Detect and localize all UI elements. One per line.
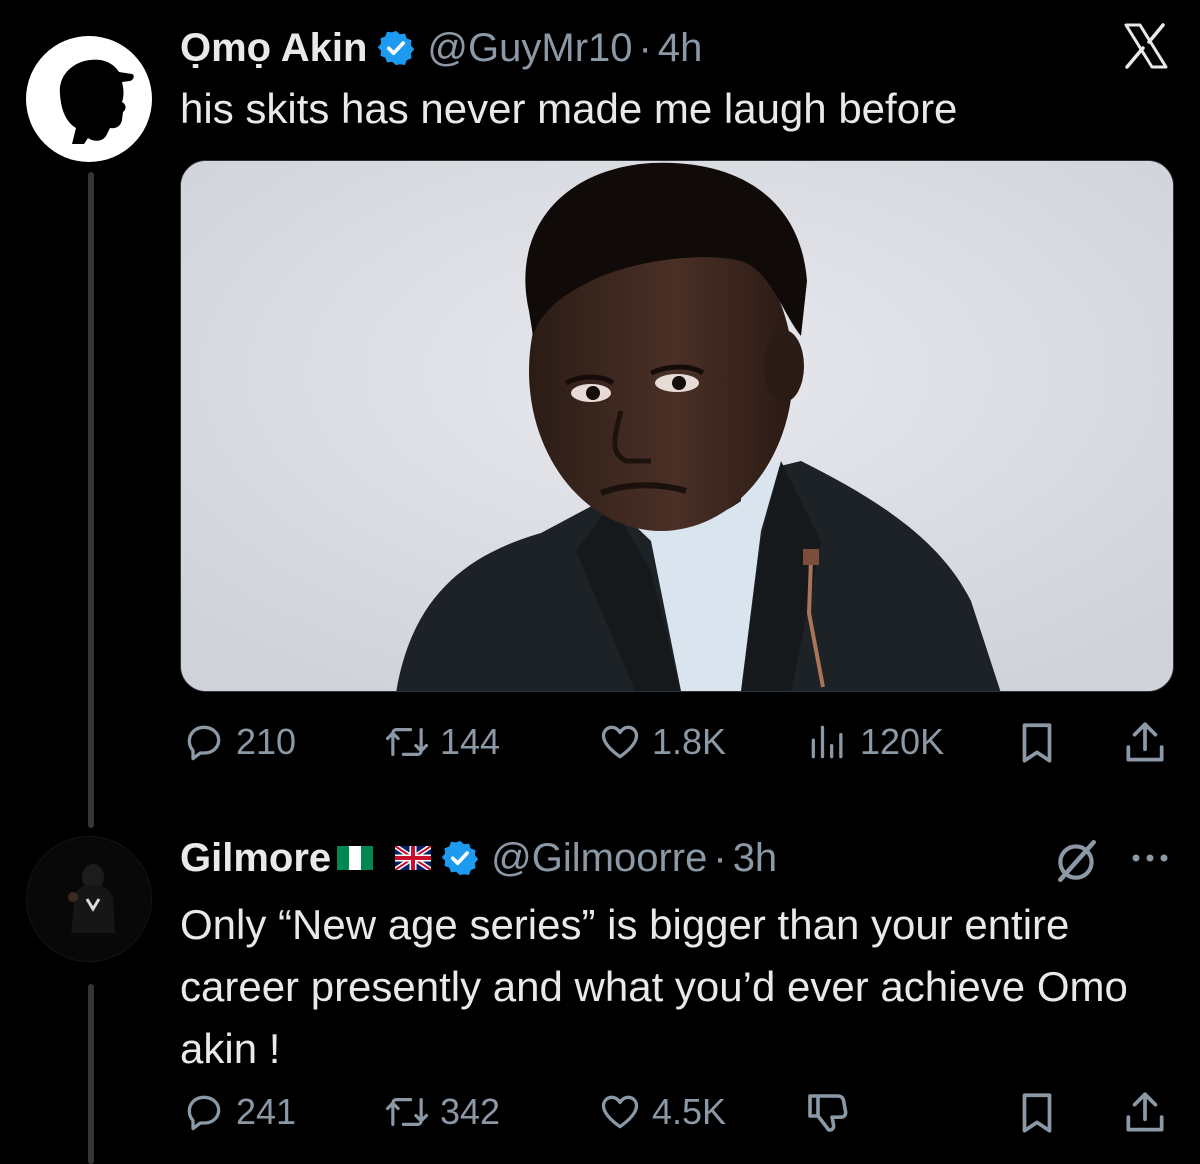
reply-icon	[187, 1095, 221, 1131]
uk-flag-icon	[395, 846, 432, 870]
like-count: 4.5K	[652, 1091, 727, 1132]
heart-icon	[601, 1095, 639, 1129]
verified-badge-icon	[378, 30, 415, 66]
display-name[interactable]: Gilmore	[180, 834, 331, 882]
bookmark-icon[interactable]	[1012, 718, 1062, 768]
separator-dot: ·	[713, 836, 727, 880]
reply-button[interactable]: 241	[182, 1090, 296, 1134]
post-photo[interactable]	[180, 160, 1174, 692]
downvote-icon[interactable]	[804, 1088, 852, 1136]
timestamp[interactable]: 4h	[658, 24, 703, 72]
reply-header: Gilmore @Gilmoorre · 3h	[180, 834, 777, 882]
bookmark-icon[interactable]	[1012, 1088, 1062, 1138]
person-silhouette-icon	[27, 837, 151, 961]
more-options-icon[interactable]	[1128, 846, 1172, 870]
handle[interactable]: @GuyMr10	[427, 24, 632, 72]
x-logo-icon[interactable]	[1122, 22, 1170, 70]
view-count: 120K	[860, 721, 945, 762]
grok-icon[interactable]	[1052, 836, 1102, 886]
timestamp[interactable]: 3h	[733, 834, 778, 882]
heart-icon	[601, 725, 639, 759]
repost-count: 144	[440, 721, 501, 762]
repost-count: 342	[440, 1091, 501, 1132]
repost-button[interactable]: 144	[384, 720, 500, 764]
thread-line	[88, 172, 94, 828]
avatar[interactable]	[26, 836, 152, 962]
separator-dot: ·	[638, 26, 652, 70]
repost-button[interactable]: 342	[384, 1090, 500, 1134]
repost-icon	[385, 1098, 429, 1126]
thread-line	[88, 984, 94, 1164]
like-count: 1.8K	[652, 721, 727, 762]
handle[interactable]: @Gilmoorre	[491, 834, 707, 882]
reply-button[interactable]: 210	[182, 720, 296, 764]
reply-count: 210	[236, 721, 297, 762]
post-header: Ọmọ Akin @GuyMr10 · 4h	[180, 24, 702, 72]
share-icon[interactable]	[1120, 718, 1170, 768]
share-icon[interactable]	[1120, 1088, 1170, 1138]
views-icon	[811, 725, 843, 759]
silhouette-icon	[59, 59, 134, 145]
avatar[interactable]	[26, 36, 152, 162]
display-name[interactable]: Ọmọ Akin	[180, 24, 367, 72]
verified-badge-icon	[441, 840, 479, 876]
reply-count: 241	[236, 1091, 297, 1132]
nigeria-flag-icon	[337, 846, 374, 870]
repost-icon	[385, 728, 429, 756]
portrait-photo	[181, 161, 1173, 691]
like-button[interactable]: 1.8K	[598, 720, 726, 764]
post-text: his skits has never made me laugh before	[180, 85, 958, 132]
like-button[interactable]: 4.5K	[598, 1090, 726, 1134]
reply-icon	[187, 725, 221, 761]
views-button[interactable]: 120K	[806, 720, 944, 764]
reply-text: Only “New age series” is bigger than you…	[180, 901, 1128, 1072]
